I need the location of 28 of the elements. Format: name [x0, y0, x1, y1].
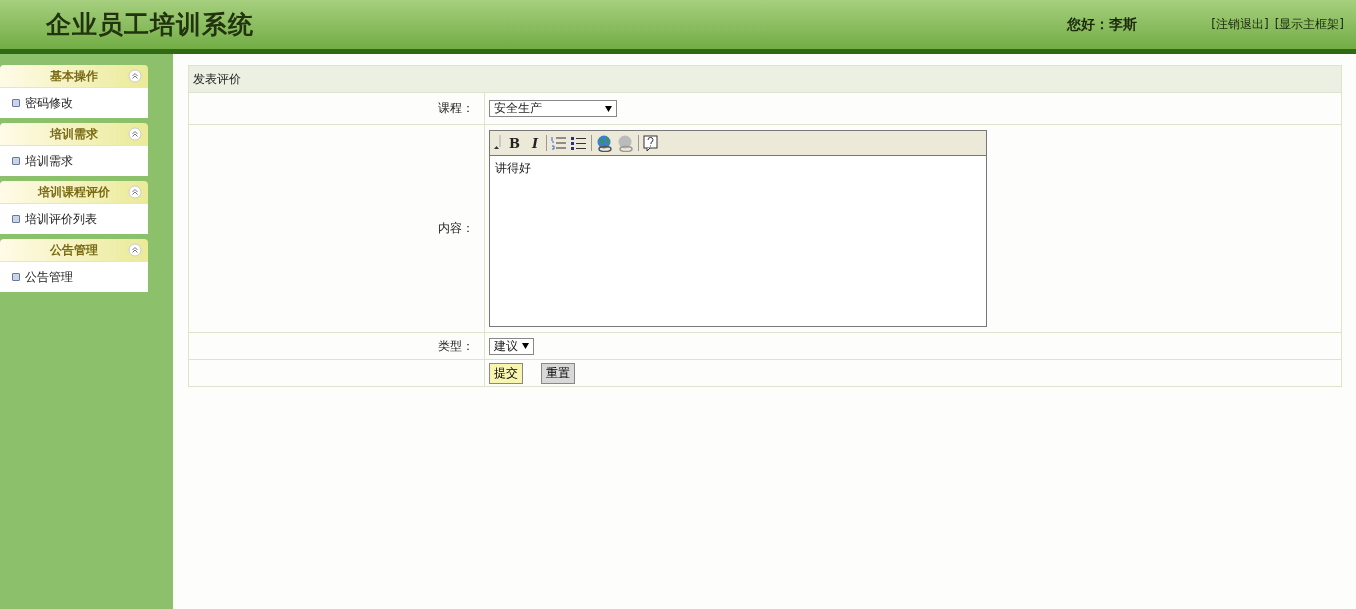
globe-link-icon[interactable] [596, 134, 614, 152]
sidebar-section-header[interactable]: 基本操作 [0, 65, 148, 87]
dropdown-arrow-icon [522, 343, 529, 349]
course-select[interactable]: 安全生产 [489, 100, 617, 117]
app-title: 企业员工培训系统 [46, 9, 254, 41]
greeting: 您好：李斯 [1067, 15, 1138, 34]
form-title: 发表评价 [193, 71, 241, 86]
sidebar-item[interactable]: 培训需求 [0, 145, 148, 176]
sidebar-item[interactable]: 培训评价列表 [0, 203, 148, 234]
header-link[interactable]: [显示主框架] [1274, 16, 1344, 33]
sidebar-section-header[interactable]: 培训需求 [0, 123, 148, 145]
sidebar-section-header[interactable]: 公告管理 [0, 239, 148, 261]
sidebar-section-header[interactable]: 培训课程评价 [0, 181, 148, 203]
header-link[interactable]: [注销退出] [1211, 16, 1269, 33]
field-label: 类型： [438, 338, 474, 353]
sidebar-item[interactable]: 公告管理 [0, 261, 148, 292]
field-label: 内容： [438, 221, 474, 235]
dropdown-arrow-icon [605, 105, 612, 112]
sidebar-item[interactable]: 密码修改 [0, 87, 148, 118]
submit-button[interactable]: 提交 [489, 362, 523, 384]
bold-button[interactable]: B [505, 135, 524, 151]
content-editor[interactable]: 讲得好 [490, 156, 986, 326]
type-select[interactable]: 建议 [489, 337, 534, 355]
italic-button[interactable]: I [528, 135, 543, 151]
bullet-list-icon[interactable] [571, 136, 588, 150]
help-icon[interactable] [643, 134, 659, 152]
reset-button[interactable]: 重置 [541, 362, 575, 384]
field-label: 课程： [438, 101, 474, 115]
